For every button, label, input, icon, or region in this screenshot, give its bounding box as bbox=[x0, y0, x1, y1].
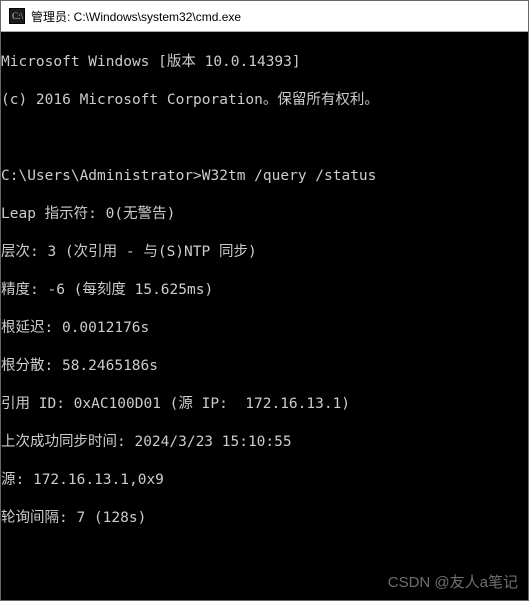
blank-line bbox=[1, 129, 524, 148]
banner-line: (c) 2016 Microsoft Corporation。保留所有权利。 bbox=[1, 91, 524, 110]
output-line: 层次: 3 (次引用 - 与(S)NTP 同步) bbox=[1, 243, 524, 262]
terminal-output[interactable]: Microsoft Windows [版本 10.0.14393] (c) 20… bbox=[1, 32, 528, 600]
output-line: 源: 172.16.13.1,0x9 bbox=[1, 471, 524, 490]
window-title: 管理员: C:\Windows\system32\cmd.exe bbox=[31, 8, 241, 25]
output-line: 根延迟: 0.0012176s bbox=[1, 319, 524, 338]
blank-line bbox=[1, 585, 524, 600]
banner-line: Microsoft Windows [版本 10.0.14393] bbox=[1, 53, 524, 72]
blank-line bbox=[1, 547, 524, 566]
command: W32tm /query /status bbox=[202, 168, 377, 184]
svg-text:C:\: C:\ bbox=[12, 11, 24, 21]
cmd-window: C:\ 管理员: C:\Windows\system32\cmd.exe Mic… bbox=[0, 0, 529, 601]
output-line: 引用 ID: 0xAC100D01 (源 IP: 172.16.13.1) bbox=[1, 395, 524, 414]
prompt: C:\Users\Administrator> bbox=[1, 168, 202, 184]
output-line: 轮询间隔: 7 (128s) bbox=[1, 509, 524, 528]
output-line: 根分散: 58.2465186s bbox=[1, 357, 524, 376]
output-line: 精度: -6 (每刻度 15.625ms) bbox=[1, 281, 524, 300]
cmd-icon: C:\ bbox=[9, 8, 25, 24]
prompt-line: C:\Users\Administrator>W32tm /query /sta… bbox=[1, 167, 524, 186]
output-line: Leap 指示符: 0(无警告) bbox=[1, 205, 524, 224]
window-titlebar[interactable]: C:\ 管理员: C:\Windows\system32\cmd.exe bbox=[1, 1, 528, 32]
output-line: 上次成功同步时间: 2024/3/23 15:10:55 bbox=[1, 433, 524, 452]
